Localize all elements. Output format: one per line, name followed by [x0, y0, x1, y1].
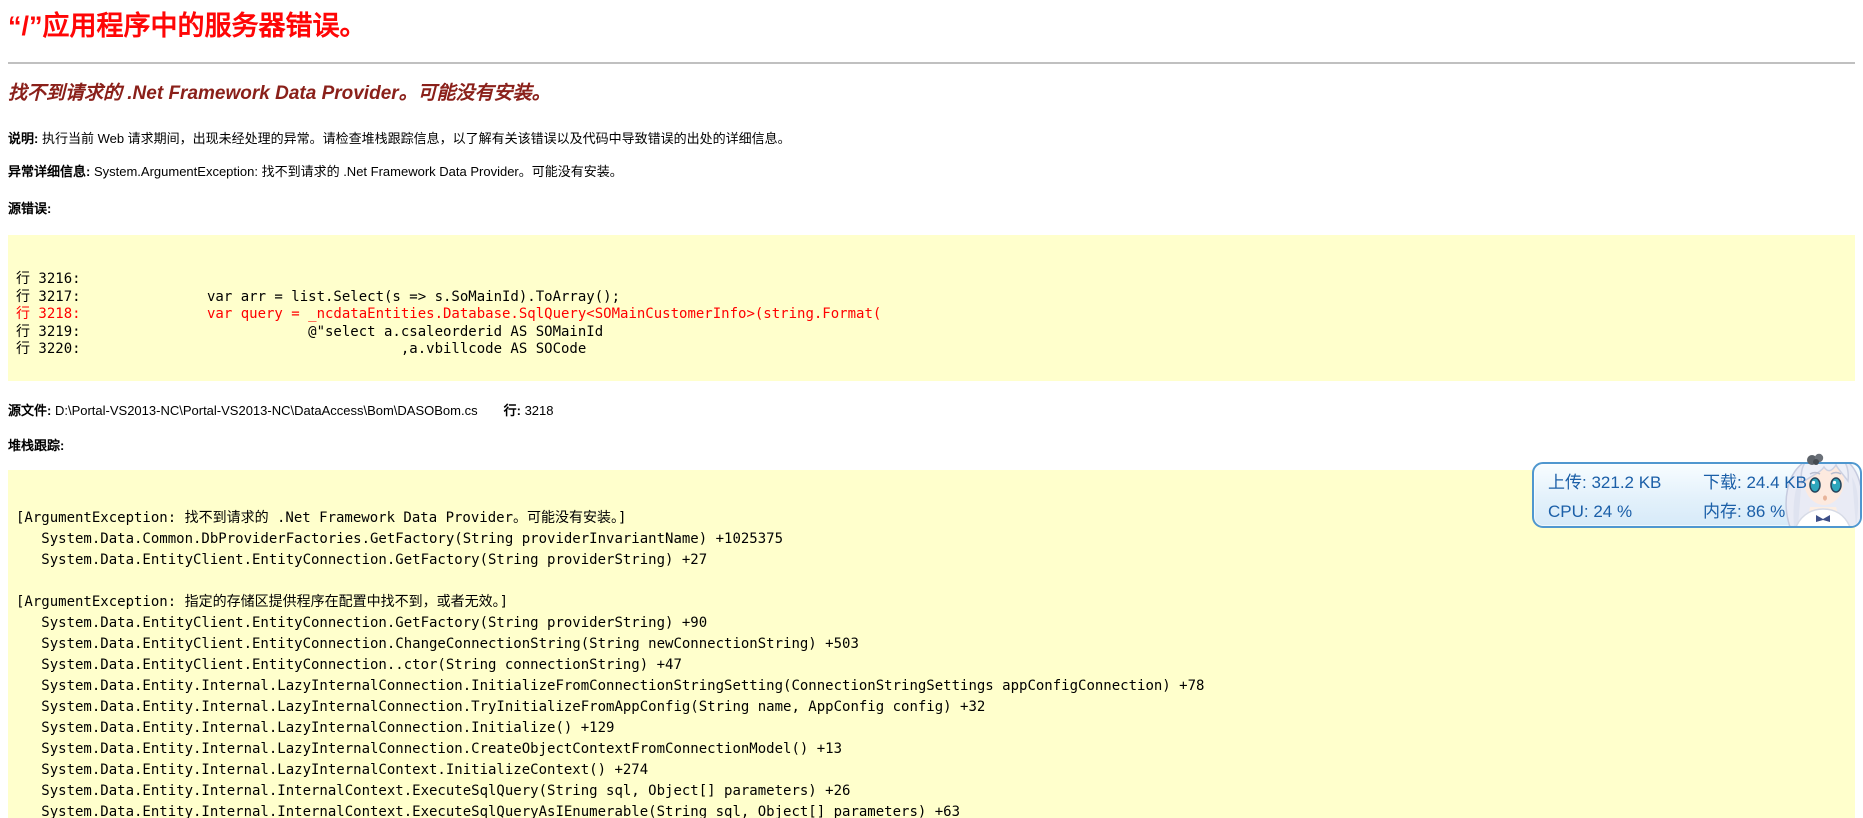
stack-trace-line: System.Data.Entity.Internal.LazyInternal…: [16, 719, 615, 736]
download-label: 下载:: [1703, 473, 1742, 492]
stack-trace-line: System.Data.EntityClient.EntityConnectio…: [16, 635, 859, 652]
source-file-label: 源文件:: [8, 402, 52, 418]
source-file-path: D:\Portal-VS2013-NC\Portal-VS2013-NC\Dat…: [51, 402, 478, 418]
page-subtitle: 找不到请求的 .Net Framework Data Provider。可能没有…: [8, 83, 551, 104]
upload-label: 上传:: [1548, 473, 1587, 492]
source-file-line: 源文件: D:\Portal-VS2013-NC\Portal-VS2013-N…: [8, 403, 1855, 418]
stack-trace-line: System.Data.Entity.Internal.InternalCont…: [16, 782, 851, 799]
description-text: 执行当前 Web 请求期间，出现未经处理的异常。请检查堆栈跟踪信息，以了解有关该…: [38, 131, 791, 146]
stack-trace-line: System.Data.Entity.Internal.LazyInternal…: [16, 677, 1205, 694]
stack-trace-line: [ArgumentException: 指定的存储区提供程序在配置中找不到，或者…: [16, 593, 509, 610]
stack-trace-line: System.Data.EntityClient.EntityConnectio…: [16, 656, 682, 673]
code-line: 行 3217: var arr = list.Select(s => s.SoM…: [16, 288, 621, 305]
source-error-label-line: 源错误:: [8, 201, 1855, 216]
stack-trace-line: System.Data.Entity.Internal.LazyInternal…: [16, 740, 843, 757]
upload-stat: 上传: 321.2 KB: [1548, 471, 1703, 495]
stack-trace-line: System.Data.EntityClient.EntityConnectio…: [16, 614, 708, 631]
description-line: 说明: 执行当前 Web 请求期间，出现未经处理的异常。请检查堆栈跟踪信息，以了…: [8, 131, 1855, 146]
monitor-widget-body: 上传: 321.2 KB 下载: 24.4 KB CPU: 24 % 内存: 8…: [1534, 464, 1860, 526]
stack-trace-line: System.Data.Common.DbProviderFactories.G…: [16, 530, 784, 547]
stack-trace-line: [16, 571, 1845, 592]
download-stat: 下载: 24.4 KB: [1703, 471, 1807, 495]
stack-trace-line: System.Data.Entity.Internal.LazyInternal…: [16, 698, 986, 715]
stack-trace-line: System.Data.EntityClient.EntityConnectio…: [16, 551, 708, 568]
cpu-value: 24 %: [1588, 502, 1633, 521]
error-page-content: “/”应用程序中的服务器错误。 找不到请求的 .Net Framework Da…: [0, 8, 1863, 818]
stack-trace-label-line: 堆栈跟踪:: [8, 438, 1855, 453]
source-line-label: 行:: [503, 402, 521, 418]
memory-stat: 内存: 86 %: [1703, 500, 1807, 524]
code-line: 行 3216:: [16, 271, 81, 287]
stack-trace-line: System.Data.Entity.Internal.LazyInternal…: [16, 761, 649, 778]
download-value: 24.4 KB: [1741, 473, 1807, 492]
exception-details-line: 异常详细信息: System.ArgumentException: 找不到请求的…: [8, 164, 1855, 179]
exception-details-label: 异常详细信息:: [8, 164, 91, 179]
code-line: 行 3220: ,a.vbillcode AS SOCode: [16, 341, 587, 357]
aspnet-error-page: “/”应用程序中的服务器错误。 找不到请求的 .Net Framework Da…: [0, 0, 1863, 818]
description-label: 说明:: [8, 131, 39, 146]
code-line: 行 3218: var query = _ncdataEntities.Data…: [16, 306, 882, 322]
stack-trace-line: System.Data.Entity.Internal.InternalCont…: [16, 803, 961, 818]
memory-label: 内存:: [1703, 502, 1742, 521]
memory-value: 86 %: [1741, 502, 1786, 521]
cpu-label: CPU:: [1548, 502, 1589, 521]
code-line: 行 3219: @"select a.csaleorderid AS SOMai…: [16, 323, 604, 340]
divider: [8, 62, 1855, 64]
source-error-label: 源错误:: [8, 201, 52, 216]
exception-details-text: System.ArgumentException: 找不到请求的 .Net Fr…: [90, 164, 623, 179]
page-title: “/”应用程序中的服务器错误。: [8, 11, 367, 41]
stack-trace-label: 堆栈跟踪:: [8, 437, 65, 453]
source-line-number: 3218: [520, 402, 554, 418]
flower-ornament-icon: [1805, 452, 1827, 473]
upload-value: 321.2 KB: [1586, 473, 1662, 492]
source-error-code-box: 行 3216: 行 3217: var arr = list.Select(s =…: [8, 235, 1855, 381]
monitor-stats: 上传: 321.2 KB 下载: 24.4 KB CPU: 24 % 内存: 8…: [1548, 471, 1807, 524]
cpu-stat: CPU: 24 %: [1548, 500, 1703, 524]
